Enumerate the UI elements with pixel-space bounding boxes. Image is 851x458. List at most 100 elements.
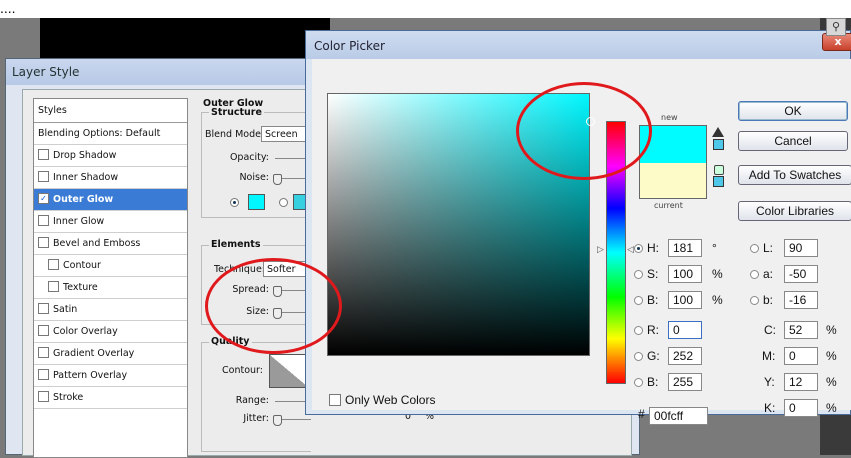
style-item-label: Drop Shadow	[53, 150, 117, 161]
gamut-color-icon[interactable]	[713, 139, 724, 150]
yellow-input[interactable]: 12	[784, 373, 818, 391]
lightness-label: L:	[763, 241, 774, 255]
style-item-texture[interactable]: Texture	[34, 277, 187, 299]
style-item-blending-options-default[interactable]: Blending Options: Default	[34, 123, 187, 145]
style-checkbox[interactable]	[38, 325, 49, 336]
magenta-input[interactable]: 0	[784, 347, 818, 365]
cancel-button[interactable]: Cancel	[738, 131, 848, 151]
green-input[interactable]: 252	[668, 347, 702, 365]
style-item-bevel-and-emboss[interactable]: Bevel and Emboss	[34, 233, 187, 255]
blue-label: B:	[647, 375, 659, 389]
hue-input[interactable]: 181	[668, 239, 702, 257]
red-input[interactable]: 0	[668, 321, 702, 339]
saturation-label: S:	[647, 267, 659, 281]
blue-input[interactable]: 255	[668, 373, 702, 391]
green-label: G:	[647, 349, 660, 363]
contour-preview[interactable]	[269, 354, 309, 388]
only-web-colors-checkbox[interactable]	[329, 393, 341, 406]
style-checkbox[interactable]	[38, 369, 49, 380]
hex-input[interactable]: 00fcff	[649, 407, 708, 425]
only-web-colors-option[interactable]: Only Web Colors	[329, 393, 435, 407]
b-channel-radio[interactable]	[750, 296, 759, 305]
a-channel-radio[interactable]	[750, 270, 759, 279]
style-item-inner-shadow[interactable]: Inner Shadow	[34, 167, 187, 189]
style-item-gradient-overlay[interactable]: Gradient Overlay	[34, 343, 187, 365]
color-libraries-button[interactable]: Color Libraries	[738, 201, 851, 221]
blend-mode-select[interactable]: Screen	[261, 126, 311, 142]
a-channel-label: a:	[763, 267, 774, 281]
jitter-slider-knob[interactable]	[273, 415, 282, 426]
styles-header[interactable]: Styles	[34, 99, 187, 123]
style-item-drop-shadow[interactable]: Drop Shadow	[34, 145, 187, 167]
contour-label: Contour:	[222, 365, 263, 376]
lightness-radio[interactable]	[750, 244, 759, 253]
black-unit: %	[826, 401, 837, 415]
hue-right-arrow-icon[interactable]: ◁	[627, 245, 634, 255]
style-checkbox[interactable]	[48, 259, 59, 270]
style-item-label: Inner Shadow	[53, 172, 119, 183]
style-item-label: Color Overlay	[53, 326, 118, 337]
style-item-inner-glow[interactable]: Inner Glow	[34, 211, 187, 233]
hue-radio[interactable]	[634, 244, 643, 253]
opacity-label: Opacity:	[229, 152, 269, 163]
style-checkbox[interactable]	[48, 281, 59, 292]
style-item-contour[interactable]: Contour	[34, 255, 187, 277]
current-color-swatch[interactable]	[640, 163, 706, 198]
annotation-circle-new-color	[516, 82, 652, 180]
app-tool-icon[interactable]: ⚲	[826, 18, 846, 36]
only-web-colors-label: Only Web Colors	[345, 393, 436, 407]
brightness-input[interactable]: 100	[668, 291, 702, 309]
style-checkbox[interactable]	[38, 215, 49, 226]
ok-button[interactable]: OK	[738, 101, 848, 121]
glow-gradient-radio[interactable]	[279, 198, 288, 207]
glow-color-radio[interactable]	[230, 198, 239, 207]
magenta-label: M:	[762, 349, 776, 363]
red-radio[interactable]	[634, 326, 643, 335]
green-radio[interactable]	[634, 352, 643, 361]
style-checkbox[interactable]	[38, 391, 49, 402]
style-item-color-overlay[interactable]: Color Overlay	[34, 321, 187, 343]
style-checkbox[interactable]	[38, 171, 49, 182]
jitter-label: Jitter:	[243, 413, 269, 424]
brightness-radio[interactable]	[634, 296, 643, 305]
style-checkbox[interactable]	[38, 347, 49, 358]
red-label: R:	[647, 323, 659, 337]
magenta-unit: %	[826, 349, 837, 363]
style-checkbox[interactable]	[38, 303, 49, 314]
black-input[interactable]: 0	[784, 399, 818, 417]
noise-slider-knob[interactable]	[273, 174, 282, 185]
style-checkbox[interactable]	[38, 237, 49, 248]
hex-label: #	[638, 407, 645, 421]
brightness-label: B:	[647, 293, 659, 307]
style-item-label: Outer Glow	[53, 194, 114, 205]
a-channel-input[interactable]: -50	[784, 265, 818, 283]
style-item-label: Gradient Overlay	[53, 348, 135, 359]
structure-title: Structure	[209, 107, 264, 118]
style-item-outer-glow[interactable]: ✓ Outer Glow	[34, 189, 187, 211]
yellow-label: Y:	[764, 375, 775, 389]
cyan-label: C:	[764, 323, 776, 337]
current-label: current	[654, 201, 683, 210]
style-item-stroke[interactable]: Stroke	[34, 387, 187, 409]
style-item-satin[interactable]: Satin	[34, 299, 187, 321]
style-item-label: Blending Options: Default	[38, 128, 161, 139]
b-channel-label: b:	[763, 293, 774, 307]
blue-radio[interactable]	[634, 378, 643, 387]
saturation-radio[interactable]	[634, 270, 643, 279]
style-item-label: Stroke	[53, 392, 84, 403]
saturation-input[interactable]: 100	[668, 265, 702, 283]
web-safe-color-icon[interactable]	[713, 176, 724, 187]
color-picker-title: Color Picker	[306, 31, 850, 59]
add-to-swatches-button[interactable]: Add To Swatches	[738, 165, 851, 185]
styles-list: Styles Blending Options: Default Drop Sha…	[33, 98, 188, 458]
elements-title: Elements	[209, 239, 263, 250]
cyan-input[interactable]: 52	[784, 321, 818, 339]
b-channel-input[interactable]: -16	[784, 291, 818, 309]
lightness-input[interactable]: 90	[784, 239, 818, 257]
style-item-label: Bevel and Emboss	[53, 238, 141, 249]
glow-color-swatch[interactable]	[248, 194, 265, 210]
style-checkbox[interactable]	[38, 149, 49, 160]
style-item-pattern-overlay[interactable]: Pattern Overlay	[34, 365, 187, 387]
style-checkbox[interactable]: ✓	[38, 193, 49, 204]
hue-left-arrow-icon[interactable]: ▷	[597, 245, 604, 255]
